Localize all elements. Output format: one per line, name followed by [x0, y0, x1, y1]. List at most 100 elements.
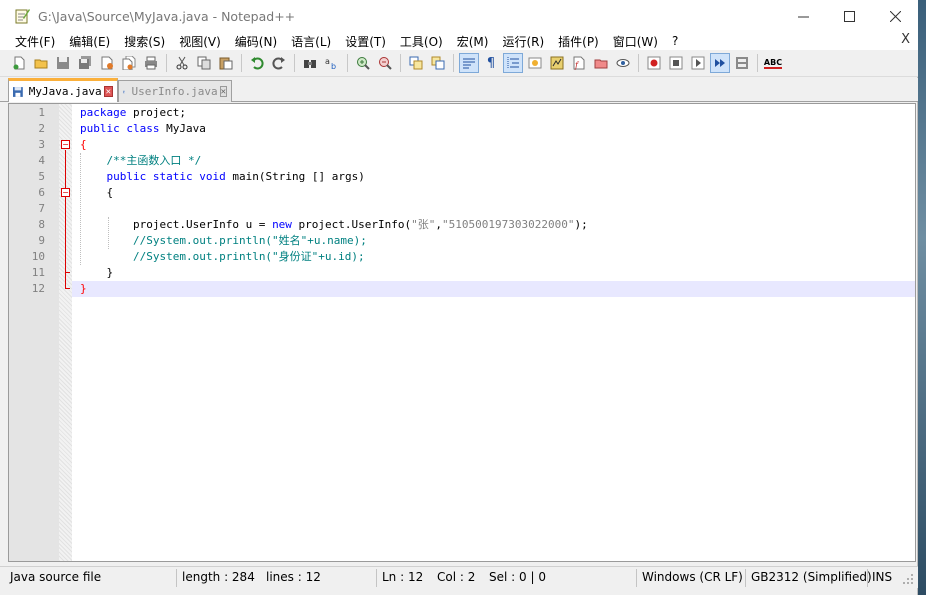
code-line[interactable]: {: [72, 137, 915, 153]
code-line[interactable]: project.UserInfo u = new project.UserInf…: [72, 217, 915, 233]
monitoring-button[interactable]: [613, 53, 633, 73]
menu-help[interactable]: ?: [665, 34, 685, 48]
maximize-button[interactable]: [826, 0, 872, 32]
line-number[interactable]: 11: [9, 265, 45, 281]
line-number[interactable]: 8: [9, 217, 45, 233]
status-divider: [176, 569, 177, 587]
save-macro-button[interactable]: [732, 53, 752, 73]
status-encoding[interactable]: GB2312 (Simplified): [748, 567, 872, 589]
menu-tools[interactable]: 工具(O): [393, 33, 450, 50]
menu-view[interactable]: 视图(V): [172, 33, 228, 50]
show-all-characters-button[interactable]: ¶: [481, 53, 501, 73]
line-number[interactable]: 7: [9, 201, 45, 217]
play-macro-button[interactable]: [688, 53, 708, 73]
code-line[interactable]: /**主函数入口 */: [72, 153, 915, 169]
indent-guide-button[interactable]: [503, 53, 523, 73]
tab-close-icon[interactable]: ✕: [103, 86, 113, 97]
code-editor[interactable]: 1 2 3 4 5 6 7 8 9 10 11 12 − − package project; publ…: [8, 103, 916, 562]
print-button[interactable]: [141, 53, 161, 73]
save-all-button[interactable]: [75, 53, 95, 73]
replace-button[interactable]: ab: [322, 53, 342, 73]
code-line[interactable]: }: [72, 281, 915, 297]
cut-button[interactable]: [172, 53, 192, 73]
folder-as-workspace-button[interactable]: [591, 53, 611, 73]
menu-encoding[interactable]: 编码(N): [228, 33, 284, 50]
tab-myjava[interactable]: MyJava.java ✕: [8, 78, 118, 102]
menu-edit[interactable]: 编辑(E): [62, 33, 117, 50]
cut-icon: [176, 56, 188, 70]
zoom-out-button[interactable]: [375, 53, 395, 73]
copy-button[interactable]: [194, 53, 214, 73]
code-line[interactable]: package project;: [72, 105, 915, 121]
menu-run[interactable]: 运行(R): [495, 33, 551, 50]
menu-plugins[interactable]: 插件(P): [551, 33, 606, 50]
paste-button[interactable]: [216, 53, 236, 73]
function-list-button[interactable]: f: [569, 53, 589, 73]
code-line[interactable]: //System.out.println("身份证"+u.id);: [72, 249, 915, 265]
play-macro-multiple-button[interactable]: [710, 53, 730, 73]
line-number[interactable]: 6: [9, 185, 45, 201]
code-text-area[interactable]: package project; public class MyJava{ /**…: [72, 104, 915, 561]
fold-minus-icon[interactable]: −: [61, 140, 70, 149]
fold-minus-icon[interactable]: −: [61, 188, 70, 197]
stop-macro-button[interactable]: [666, 53, 686, 73]
line-number[interactable]: 1: [9, 105, 45, 121]
close-all-button[interactable]: [119, 53, 139, 73]
stop-icon: [669, 56, 683, 70]
code-line[interactable]: public class MyJava: [72, 121, 915, 137]
copy-icon: [197, 56, 211, 70]
document-map-button[interactable]: [547, 53, 567, 73]
zoom-in-button[interactable]: [353, 53, 373, 73]
code-token: "510500197303022000": [442, 218, 575, 231]
minimize-button[interactable]: [780, 0, 826, 32]
tab-userinfo[interactable]: UserInfo.java ✕: [118, 80, 232, 102]
toolbar-separator: [638, 54, 639, 72]
fold-end: [65, 272, 70, 273]
title-bar: G:\Java\Source\MyJava.java - Notepad++: [0, 0, 918, 32]
open-file-button[interactable]: [31, 53, 51, 73]
line-number[interactable]: 10: [9, 249, 45, 265]
fold-margin[interactable]: − −: [59, 104, 72, 561]
menu-window[interactable]: 窗口(W): [606, 33, 665, 50]
menu-file[interactable]: 文件(F): [8, 33, 62, 50]
paste-icon: [219, 57, 233, 70]
status-divider: [867, 569, 868, 587]
line-number[interactable]: 2: [9, 121, 45, 137]
line-number[interactable]: 4: [9, 153, 45, 169]
line-number[interactable]: 5: [9, 169, 45, 185]
menu-search[interactable]: 搜索(S): [117, 33, 172, 50]
menu-language[interactable]: 语言(L): [284, 33, 338, 50]
code-line[interactable]: }: [72, 265, 915, 281]
code-token: );: [574, 218, 588, 231]
minimize-icon: [797, 16, 809, 17]
new-file-button[interactable]: [9, 53, 29, 73]
saved-file-icon: [123, 90, 126, 93]
word-wrap-button[interactable]: [459, 53, 479, 73]
sync-vertical-button[interactable]: [406, 53, 426, 73]
find-button[interactable]: [300, 53, 320, 73]
redo-button[interactable]: [269, 53, 289, 73]
record-macro-button[interactable]: [644, 53, 664, 73]
code-line[interactable]: [72, 201, 915, 217]
fold-end: [65, 288, 70, 289]
line-number[interactable]: 12: [9, 281, 45, 297]
undo-button[interactable]: [247, 53, 267, 73]
tab-close-icon[interactable]: ✕: [219, 86, 227, 97]
close-window-button[interactable]: [872, 0, 918, 32]
user-defined-language-button[interactable]: [525, 53, 545, 73]
code-line[interactable]: //System.out.println("姓名"+u.name);: [72, 233, 915, 249]
save-button[interactable]: [53, 53, 73, 73]
line-number[interactable]: 9: [9, 233, 45, 249]
close-file-button[interactable]: [97, 53, 117, 73]
line-number[interactable]: 3: [9, 137, 45, 153]
status-eol[interactable]: Windows (CR LF): [639, 567, 743, 589]
close-document-button[interactable]: X: [901, 32, 910, 47]
menu-macro[interactable]: 宏(M): [450, 33, 496, 50]
save-all-icon: [79, 56, 91, 69]
menu-settings[interactable]: 设置(T): [338, 33, 393, 50]
code-line[interactable]: {: [72, 185, 915, 201]
code-line[interactable]: public static void main(String [] args): [72, 169, 915, 185]
sync-horizontal-button[interactable]: [428, 53, 448, 73]
resize-grip-icon[interactable]: [902, 573, 914, 585]
spellcheck-button[interactable]: ABC: [763, 53, 783, 73]
